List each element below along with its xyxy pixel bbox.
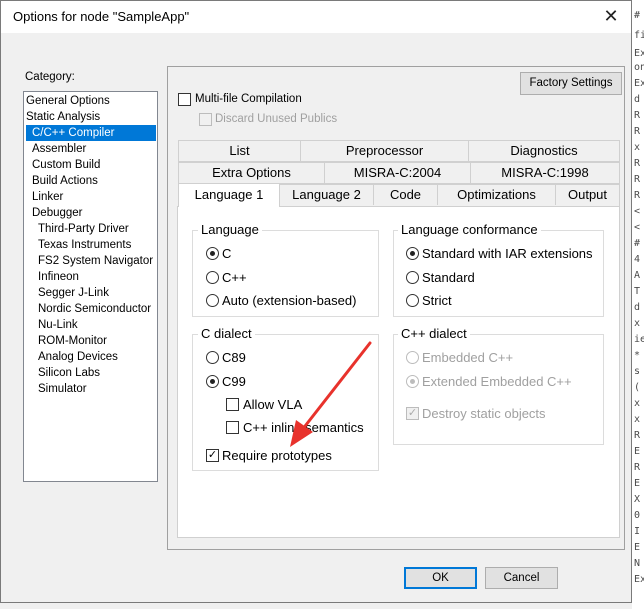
tab-language-1[interactable]: Language 1 [178, 183, 280, 207]
cancel-button[interactable]: Cancel [485, 567, 558, 589]
annotation-arrow [290, 341, 372, 447]
ok-button[interactable]: OK [404, 567, 477, 589]
